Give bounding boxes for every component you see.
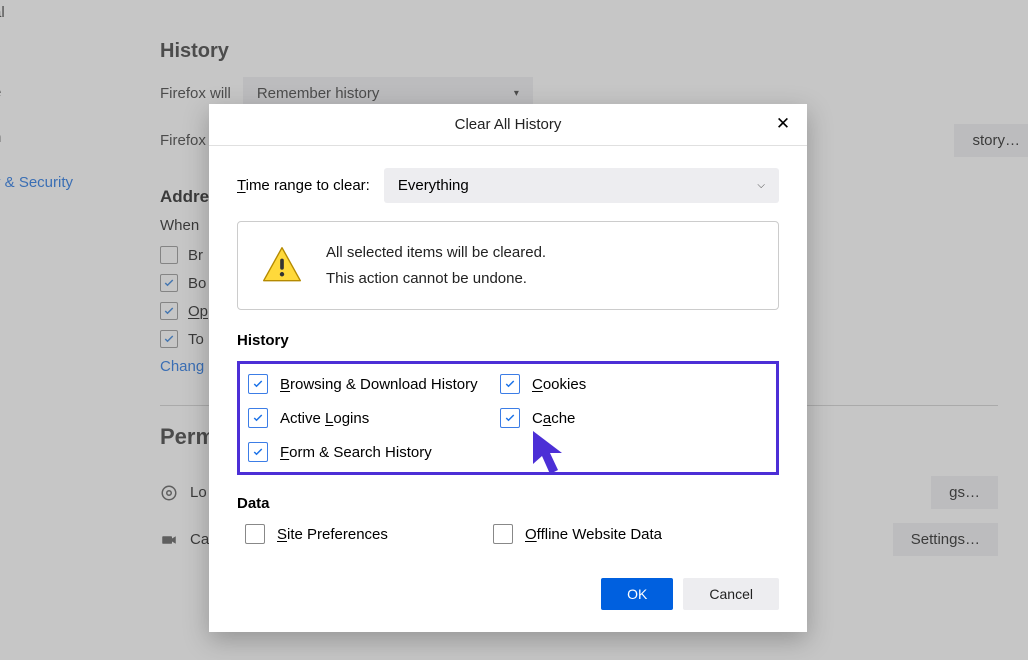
ok-button[interactable]: OK [601,578,673,610]
cursor-arrow-icon [528,426,578,487]
dialog-data-heading: Data [237,495,779,512]
warning-box: All selected items will be cleared. This… [237,221,779,310]
check-form-search-history[interactable]: Form & Search History [248,442,496,462]
warning-line2: This action cannot be undone. [326,266,546,292]
clear-history-dialog: Clear All History ✕ Time range to clear:… [209,104,807,632]
check-site-preferences[interactable]: Site Preferences [245,524,493,544]
time-range-label: Time range to clear: [237,177,370,194]
warning-line1: All selected items will be cleared. [326,240,546,266]
time-range-value: Everything [398,177,469,194]
history-checks-highlight: Browsing & Download History Cookies Acti… [237,361,779,475]
check-offline-website-data[interactable]: Offline Website Data [493,524,771,544]
dialog-title: Clear All History [455,116,562,133]
check-active-logins[interactable]: Active Logins [248,408,496,428]
dialog-history-heading: History [237,332,779,349]
check-cookies[interactable]: Cookies [500,374,768,394]
time-range-select[interactable]: Everything ⌵ [384,168,779,203]
chevron-down-icon: ⌵ [757,180,765,191]
check-browsing-download-history[interactable]: Browsing & Download History [248,374,496,394]
close-icon[interactable]: ✕ [773,114,793,134]
warning-icon [260,244,304,288]
cancel-button[interactable]: Cancel [683,578,779,610]
check-cache[interactable]: Cache [500,408,768,428]
